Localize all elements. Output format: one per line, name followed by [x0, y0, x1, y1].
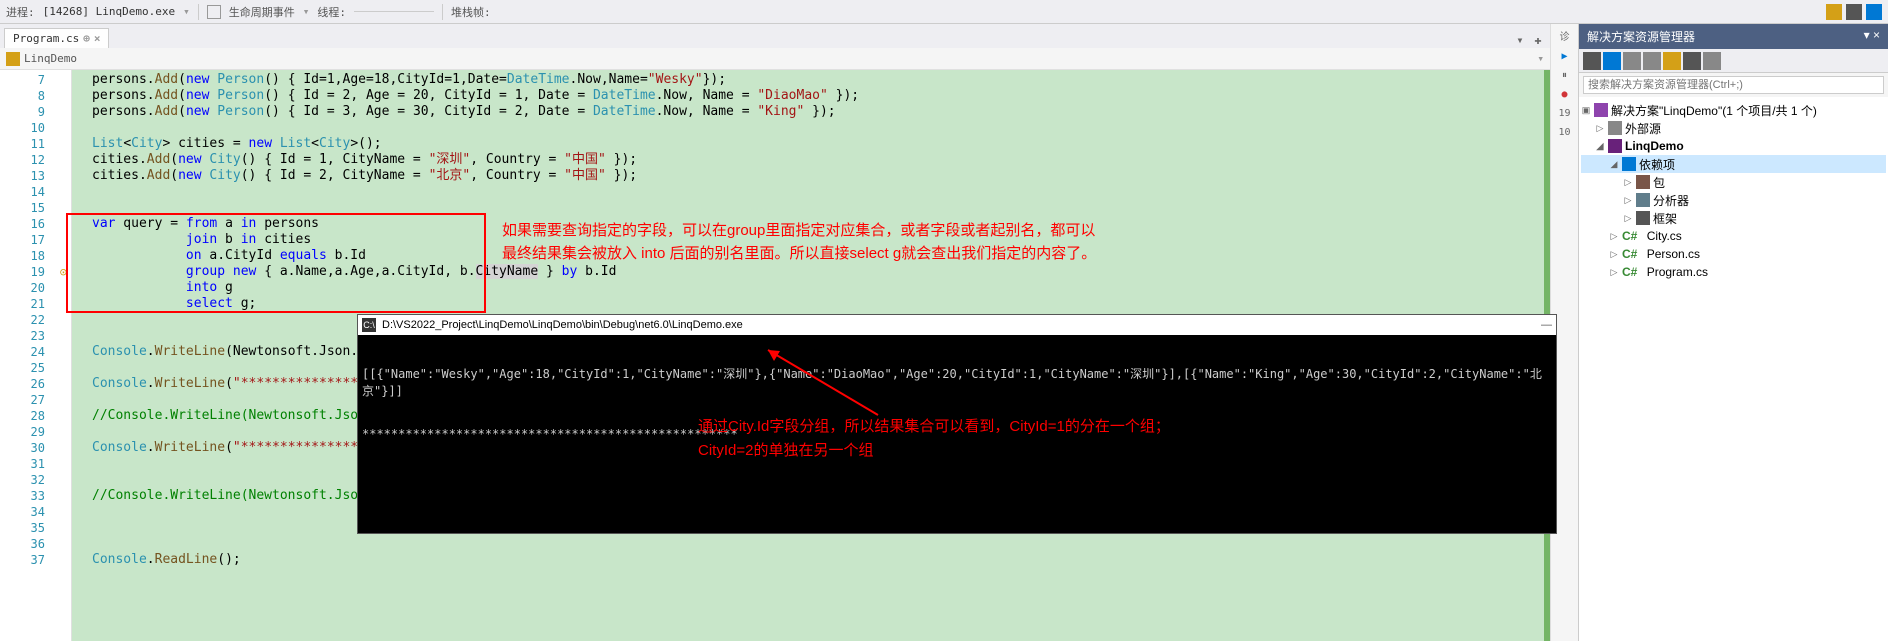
toolbar-icon[interactable] [1846, 4, 1862, 20]
breadcrumb-text: LinqDemo [24, 52, 77, 65]
sync-icon[interactable] [1603, 52, 1621, 70]
project-node[interactable]: ◢LinqDemo [1581, 137, 1886, 155]
solution-explorer-title: 解决方案资源管理器 ▾ × [1579, 24, 1888, 49]
dependencies-node[interactable]: ◢依赖项 [1581, 155, 1886, 173]
search-input[interactable] [1583, 76, 1884, 94]
breadcrumb[interactable]: LinqDemo ▾ [0, 48, 1550, 70]
file-program[interactable]: ▷C# Program.cs [1581, 263, 1886, 281]
preview-icon[interactable] [1703, 52, 1721, 70]
toolbar-icon[interactable] [1866, 4, 1882, 20]
file-city[interactable]: ▷C# City.cs [1581, 227, 1886, 245]
top-toolbar: 进程: [14268] LinqDemo.exe ▾ 生命周期事件 ▾ 线程: … [0, 0, 1888, 24]
panel-menu-icon[interactable]: ▾ × [1864, 28, 1880, 45]
tab-label: Program.cs [13, 32, 79, 45]
solution-tree[interactable]: ▣解决方案"LinqDemo"(1 个项目/共 1 个) ▷外部源 ◢LinqD… [1579, 97, 1888, 641]
console-icon: C:\ [362, 318, 376, 332]
tab-add-icon[interactable]: ✚ [1530, 32, 1546, 48]
lifecycle-label: 生命周期事件 [229, 4, 295, 20]
minimize-icon[interactable]: — [1541, 319, 1552, 331]
annotation-text-2: 通过City.Id字段分组，所以结果集合可以看到，CityId=1的分在一个组；… [698, 415, 1170, 463]
packages-node[interactable]: ▷包 [1581, 173, 1886, 191]
pin-icon[interactable]: ⊕ [83, 32, 90, 45]
tab-strip: Program.cs ⊕ × ▾ ✚ [0, 24, 1550, 48]
toolbar-icon[interactable] [1826, 4, 1842, 20]
tab-overflow-icon[interactable]: ▾ [1512, 32, 1528, 48]
solution-explorer: 解决方案资源管理器 ▾ × ▣解决方案"LinqDemo"(1 个项目/共 [1579, 24, 1888, 641]
properties-icon[interactable] [1683, 52, 1701, 70]
diag-label[interactable]: 诊 [1560, 28, 1570, 43]
show-all-icon[interactable] [1663, 52, 1681, 70]
external-sources[interactable]: ▷外部源 [1581, 119, 1886, 137]
process-label: 进程: [6, 4, 35, 20]
frameworks-node[interactable]: ▷框架 [1581, 209, 1886, 227]
close-icon[interactable]: × [94, 32, 101, 45]
annotation-text-1: 如果需要查询指定的字段，可以在group里面指定对应集合，或者字段或者起别名，都… [502, 220, 1096, 265]
collapse-icon[interactable] [1643, 52, 1661, 70]
chevron-down-icon[interactable]: ▾ [1537, 52, 1544, 65]
file-tab-program[interactable]: Program.cs ⊕ × [4, 28, 109, 48]
namespace-icon [6, 52, 20, 66]
console-window[interactable]: C:\ D:\VS2022_Project\LinqDemo\LinqDemo\… [357, 314, 1557, 534]
solution-search[interactable] [1579, 73, 1888, 97]
console-titlebar[interactable]: C:\ D:\VS2022_Project\LinqDemo\LinqDemo\… [358, 315, 1556, 335]
console-path: D:\VS2022_Project\LinqDemo\LinqDemo\bin\… [382, 319, 743, 331]
solution-root[interactable]: ▣解决方案"LinqDemo"(1 个项目/共 1 个) [1581, 101, 1886, 119]
toolbar-icons-right [1826, 4, 1882, 20]
line-number-gutter: 78910 11121314 15161718 19⊙ 20212223 242… [0, 70, 72, 641]
thread-label: 线程: [317, 4, 346, 20]
stackframe-label: 堆栈帧: [451, 4, 491, 20]
analyzers-node[interactable]: ▷分析器 [1581, 191, 1886, 209]
solution-toolbar [1579, 49, 1888, 73]
process-dropdown[interactable]: [14268] LinqDemo.exe [43, 5, 175, 18]
refresh-icon[interactable] [1623, 52, 1641, 70]
file-person[interactable]: ▷C# Person.cs [1581, 245, 1886, 263]
home-icon[interactable] [1583, 52, 1601, 70]
lifecycle-icon[interactable] [207, 5, 221, 19]
